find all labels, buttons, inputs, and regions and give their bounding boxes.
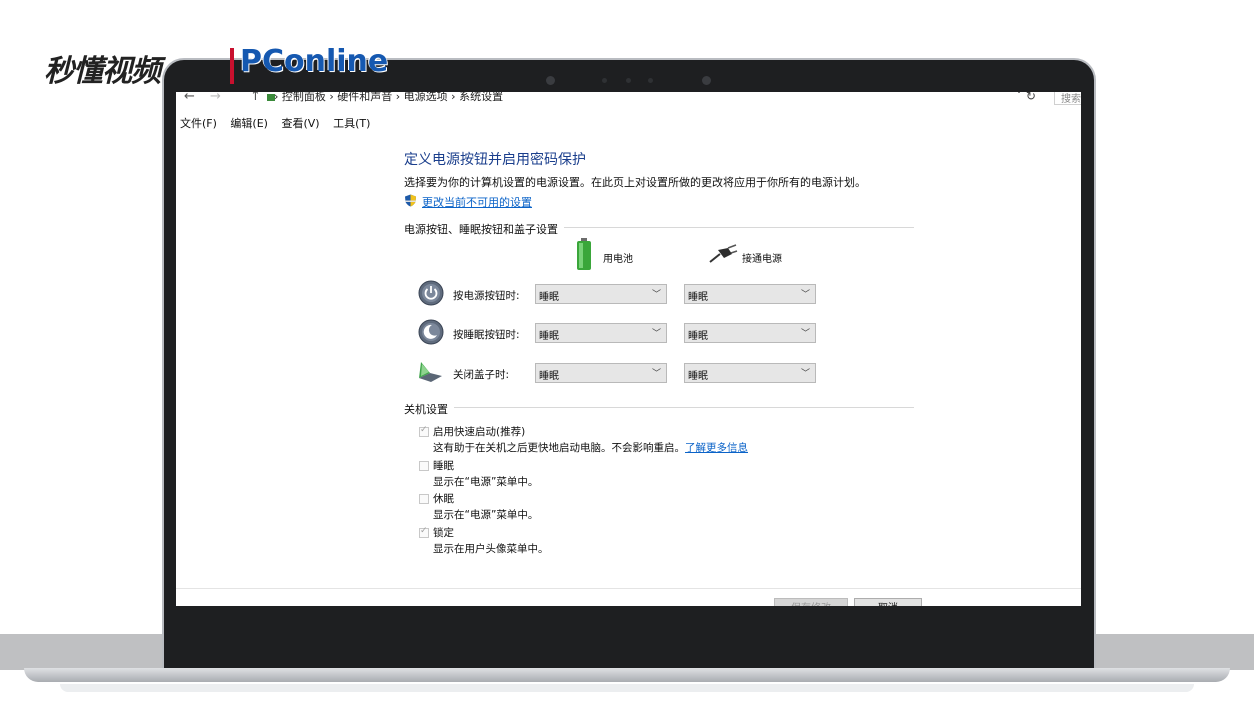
sleep-button-label: 按睡眠按钮时: [453, 329, 520, 341]
page-title: 定义电源按钮并启用密码保护 [404, 152, 586, 168]
cancel-button[interactable]: 取消 [854, 598, 922, 606]
save-changes-button[interactable]: 保存修改 [774, 598, 848, 606]
lid-close-battery-select[interactable]: 睡眠 ﹀ [535, 363, 667, 383]
camera-lens-icon [702, 76, 711, 85]
battery-column-header: 用电池 [603, 254, 633, 265]
plugged-column-header: 接通电源 [742, 254, 782, 265]
page-description: 选择要为你的计算机设置的电源设置。在此页上对设置所做的更改将应用于你所有的电源计… [404, 176, 866, 189]
buttons-section-label: 电源按钮、睡眠按钮和盖子设置 [404, 221, 564, 237]
chevron-down-icon: ﹀ [651, 290, 661, 300]
sleep-description: 显示在“电源”菜单中。 [433, 476, 539, 488]
chevron-down-icon: ﹀ [800, 329, 810, 339]
camera-led-icon [602, 78, 607, 83]
power-button-icon [418, 280, 444, 306]
lock-label: 锁定 [433, 527, 454, 539]
laptop-base [24, 668, 1230, 682]
laptop-lid-icon [419, 362, 442, 382]
sleep-button-plugged-select[interactable]: 睡眠 ﹀ [684, 323, 816, 343]
change-unavailable-settings-link[interactable]: 更改当前不可用的设置 [422, 194, 532, 210]
battery-icon [577, 238, 591, 270]
lid-close-plugged-select[interactable]: 睡眠 ﹀ [684, 363, 816, 383]
fast-startup-checkbox[interactable] [419, 425, 429, 437]
lock-description: 显示在用户头像菜单中。 [433, 543, 549, 555]
chevron-down-icon: ﹀ [651, 329, 661, 339]
camera-sensor-icon [546, 76, 555, 85]
hibernate-description: 显示在“电源”菜单中。 [433, 509, 539, 521]
power-button-battery-select[interactable]: 睡眠 ﹀ [535, 284, 667, 304]
lock-checkbox[interactable] [419, 526, 429, 538]
fast-startup-label: 启用快速启动(推荐) [433, 426, 526, 438]
chevron-down-icon: ﹀ [800, 369, 810, 379]
watermark-left-text: 秒懂视频 [44, 54, 161, 89]
hibernate-checkbox[interactable] [419, 494, 429, 504]
footer-divider [176, 588, 1081, 589]
sleep-checkbox[interactable] [419, 461, 429, 471]
settings-content: 定义电源按钮并启用密码保护 选择要为你的计算机设置的电源设置。在此页上对设置所做… [176, 92, 1081, 606]
camera-led-icon [648, 78, 653, 83]
uac-shield-icon [405, 194, 416, 207]
lid-close-label: 关闭盖子时: [453, 369, 510, 381]
shutdown-section-label: 关机设置 [404, 401, 454, 417]
watermark-divider [230, 48, 234, 84]
section-divider [404, 407, 914, 408]
fast-startup-description: 这有助于在关机之后更快地启动电脑。不会影响重启。了解更多信息 [433, 442, 748, 454]
screen: ← → ˅ ↑ › 控制面板 › 硬件和声音 › 电源选项 › 系统设置 ˅ ↻… [176, 92, 1081, 606]
chevron-down-icon: ﹀ [800, 290, 810, 300]
power-plug-icon [709, 244, 738, 263]
hibernate-label: 休眠 [433, 493, 454, 505]
power-button-label: 按电源按钮时: [453, 290, 520, 302]
camera-led-icon [626, 78, 631, 83]
sleep-button-battery-select[interactable]: 睡眠 ﹀ [535, 323, 667, 343]
sleep-label: 睡眠 [433, 460, 454, 472]
power-button-plugged-select[interactable]: 睡眠 ﹀ [684, 284, 816, 304]
brand-logo: PConline [240, 44, 389, 79]
chevron-down-icon: ﹀ [651, 369, 661, 379]
laptop-base-shadow [60, 684, 1194, 692]
learn-more-link[interactable]: 了解更多信息 [685, 442, 748, 454]
sleep-button-icon [418, 319, 444, 345]
